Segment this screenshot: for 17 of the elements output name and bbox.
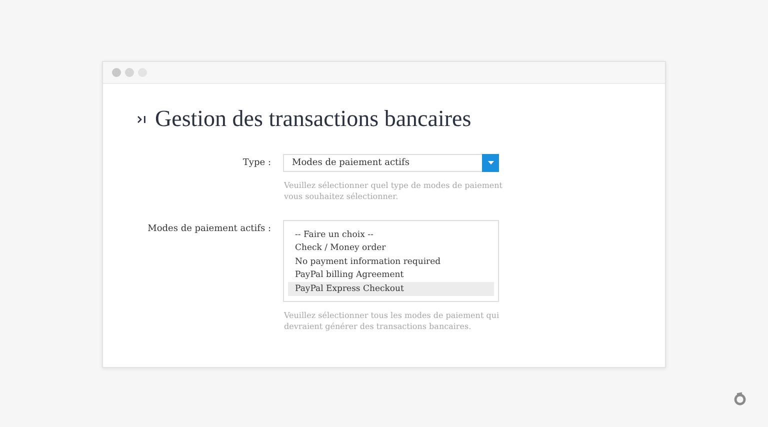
field-label: Type : (242, 157, 271, 170)
page-title: Gestion des transactions bancaires (155, 106, 472, 132)
ring-logo-icon (733, 392, 747, 406)
list-option[interactable]: No payment information required (288, 255, 494, 268)
window-dot-icon[interactable] (112, 68, 121, 77)
list-option[interactable]: PayPal billing Agreement (288, 268, 494, 282)
payment-methods-listbox[interactable]: -- Faire un choix -- Check / Money order No payment information required PayPal billing Agreement PayPal Express Checkout (283, 220, 499, 302)
field-label: Modes de paiement actifs : (146, 223, 271, 236)
chevron-bar-icon (137, 114, 147, 124)
window-dot-icon[interactable] (125, 68, 134, 77)
list-option[interactable]: PayPal Express Checkout (288, 282, 494, 296)
caret-icon (488, 161, 494, 165)
list-option[interactable]: -- Faire un choix -- (288, 228, 494, 242)
type-select[interactable]: Modes de paiement actifs (283, 154, 499, 172)
list-option[interactable]: Check / Money order (288, 242, 494, 255)
help-text: Veuillez sélectionner tous les modes de paiement qui devraient générer des transactions bancaires. (284, 310, 500, 332)
help-text: Veuillez sélectionner quel type de modes de paiement vous souhaitez sélectionner. (284, 180, 504, 202)
